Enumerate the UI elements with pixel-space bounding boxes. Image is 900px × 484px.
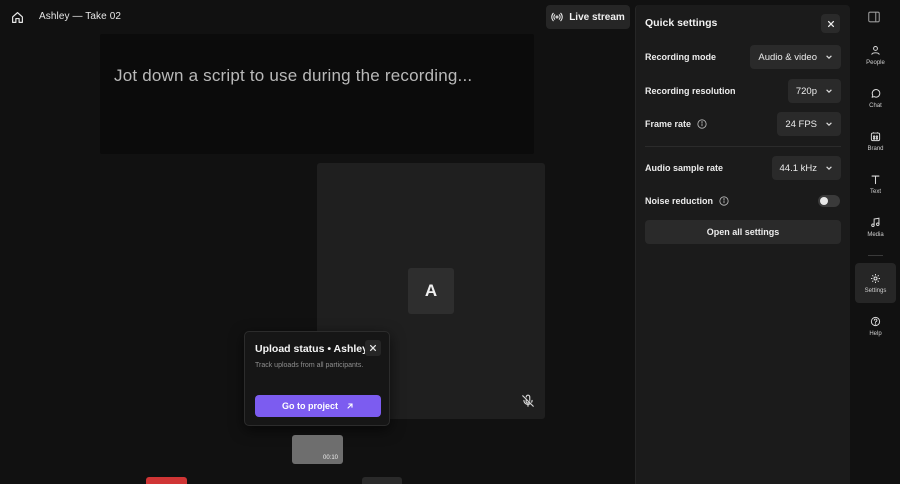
panel-toggle-icon[interactable]	[867, 10, 883, 26]
rail-item-media[interactable]: Media	[855, 207, 896, 247]
quick-settings-close-button[interactable]	[821, 14, 840, 33]
upload-status-subtitle: Track uploads from all participants.	[255, 362, 364, 369]
frame-rate-select[interactable]: 24 FPS	[777, 112, 841, 136]
brand-icon	[870, 131, 881, 141]
text-icon	[871, 175, 880, 184]
recording-resolution-select[interactable]: 720p	[787, 79, 841, 103]
quick-settings-title: Quick settings	[645, 17, 718, 29]
audio-sample-rate-label: Audio sample rate	[645, 163, 724, 173]
info-icon[interactable]	[719, 196, 729, 206]
mic-off-icon	[521, 394, 537, 410]
home-icon	[11, 11, 23, 23]
rail-item-label: Media	[867, 231, 884, 238]
audio-sample-rate-value: 44.1 kHz	[779, 162, 818, 174]
rail-separator	[868, 255, 883, 256]
settings-divider	[645, 146, 841, 147]
chevron-down-icon	[826, 89, 832, 94]
recording-resolution-value: 720p	[795, 85, 817, 97]
recording-mode-label: Recording mode	[645, 52, 717, 62]
recording-resolution-label: Recording resolution	[645, 86, 736, 96]
close-icon	[369, 344, 377, 352]
rail-item-chat[interactable]: Chat	[855, 78, 896, 118]
chevron-down-icon	[826, 122, 832, 127]
go-to-project-button[interactable]: Go to project	[255, 395, 381, 417]
recording-thumbnail[interactable]: 00:10	[292, 435, 343, 464]
open-all-settings-button[interactable]: Open all settings	[645, 220, 841, 244]
close-icon	[827, 20, 834, 27]
chevron-down-icon	[826, 55, 832, 60]
chevron-down-icon	[826, 166, 832, 171]
rail-item-label: Chat	[869, 102, 882, 109]
thumbnail-duration: 00:10	[322, 455, 338, 461]
noise-reduction-label: Noise reduction	[645, 196, 729, 206]
frame-rate-label: Frame rate	[645, 119, 707, 129]
upload-status-popover: Upload status • Ashley Track uploads fro…	[244, 331, 390, 426]
right-rail: People Chat Brand Text Media Settings He…	[851, 0, 900, 484]
live-stream-button[interactable]: Live stream	[546, 5, 630, 29]
go-to-project-label: Go to project	[282, 401, 338, 411]
gear-icon	[871, 273, 880, 283]
rail-item-label: People	[866, 59, 885, 66]
record-button[interactable]	[146, 477, 187, 484]
external-arrow-icon	[347, 403, 353, 409]
broadcast-icon	[551, 12, 563, 22]
open-all-settings-label: Open all settings	[706, 227, 780, 237]
audio-sample-rate-select[interactable]: 44.1 kHz	[771, 156, 841, 180]
live-stream-label: Live stream	[569, 11, 625, 23]
rail-item-settings[interactable]: Settings	[855, 263, 896, 303]
media-icon	[871, 217, 880, 227]
rail-item-label: Help	[869, 330, 882, 337]
avatar-initial: A	[424, 281, 438, 300]
rail-item-label: Settings	[864, 287, 887, 294]
info-icon[interactable]	[697, 119, 707, 129]
rail-item-people[interactable]: People	[855, 35, 896, 75]
script-editor[interactable]: Jot down a script to use during the reco…	[100, 34, 534, 154]
chat-icon	[871, 88, 881, 98]
avatar: A	[408, 268, 454, 314]
recording-mode-select[interactable]: Audio & video	[750, 45, 841, 69]
script-placeholder: Jot down a script to use during the reco…	[114, 66, 473, 85]
upload-close-button[interactable]	[365, 340, 381, 356]
rail-item-label: Text	[869, 188, 881, 195]
session-title: Ashley — Take 02	[39, 11, 122, 22]
help-icon	[870, 316, 881, 326]
control-button[interactable]	[362, 477, 402, 484]
recording-mode-value: Audio & video	[758, 51, 817, 63]
quick-settings-panel: Quick settings Recording mode Audio & vi…	[635, 5, 850, 484]
noise-reduction-toggle[interactable]	[818, 195, 840, 207]
rail-item-text[interactable]: Text	[855, 164, 896, 204]
rail-item-label: Brand	[867, 145, 884, 152]
upload-status-title: Upload status • Ashley	[255, 343, 368, 355]
rail-item-brand[interactable]: Brand	[855, 121, 896, 161]
rail-item-help[interactable]: Help	[855, 306, 896, 346]
frame-rate-value: 24 FPS	[785, 118, 817, 130]
home-button[interactable]	[6, 6, 28, 28]
people-icon	[871, 45, 880, 55]
